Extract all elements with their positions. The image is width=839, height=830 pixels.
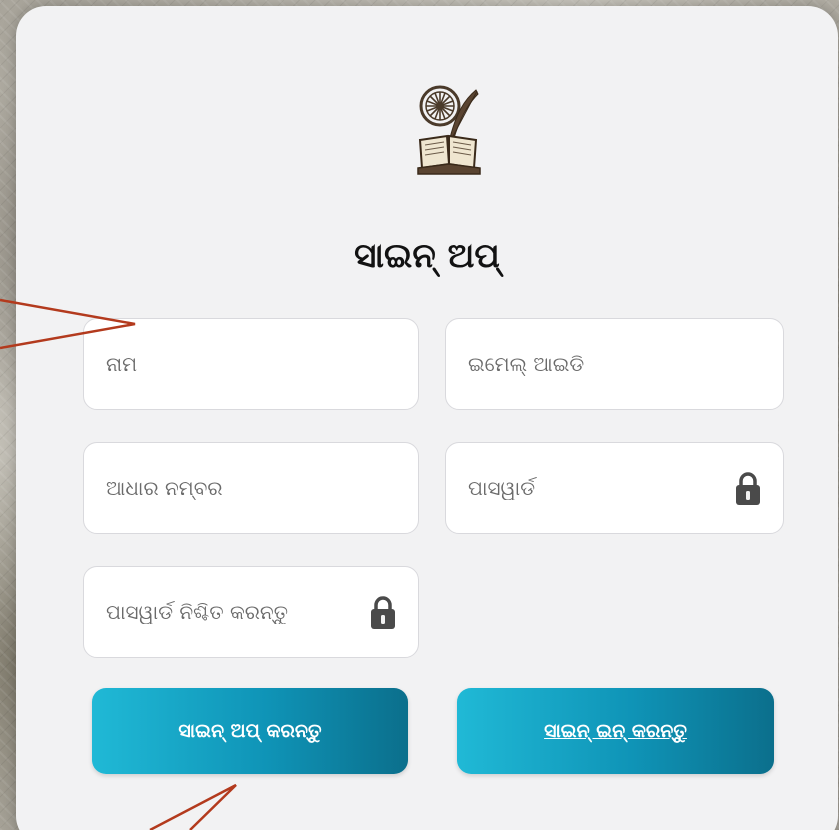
lock-icon — [370, 594, 396, 630]
confirm-password-input[interactable] — [106, 600, 370, 624]
password-input[interactable] — [468, 476, 735, 500]
page-title: ସାଇନ୍ ଅପ୍ — [354, 236, 500, 276]
aadhaar-field-container — [83, 442, 419, 534]
logo-icon — [416, 84, 482, 176]
confirm-password-field-container — [83, 566, 419, 658]
lock-icon — [735, 470, 761, 506]
signup-button-label: ସାଇନ୍ ଅପ୍ କରନ୍ତୁ — [178, 720, 322, 742]
password-field-container — [445, 442, 784, 534]
email-input[interactable] — [468, 352, 761, 376]
signin-button-label: ସାଇନ୍ ଇନ୍ କରନ୍ତୁ — [544, 720, 687, 742]
email-field-container — [445, 318, 784, 410]
aadhaar-input[interactable] — [106, 476, 396, 500]
name-input[interactable] — [106, 352, 396, 376]
name-field-container — [83, 318, 419, 410]
signup-button[interactable]: ସାଇନ୍ ଅପ୍ କରନ୍ତୁ — [92, 688, 408, 774]
signin-button[interactable]: ସାଇନ୍ ଇନ୍ କରନ୍ତୁ — [457, 688, 774, 774]
signup-card: ସାଇନ୍ ଅପ୍ ସାଇନ୍ ଅପ୍ — [16, 6, 838, 830]
